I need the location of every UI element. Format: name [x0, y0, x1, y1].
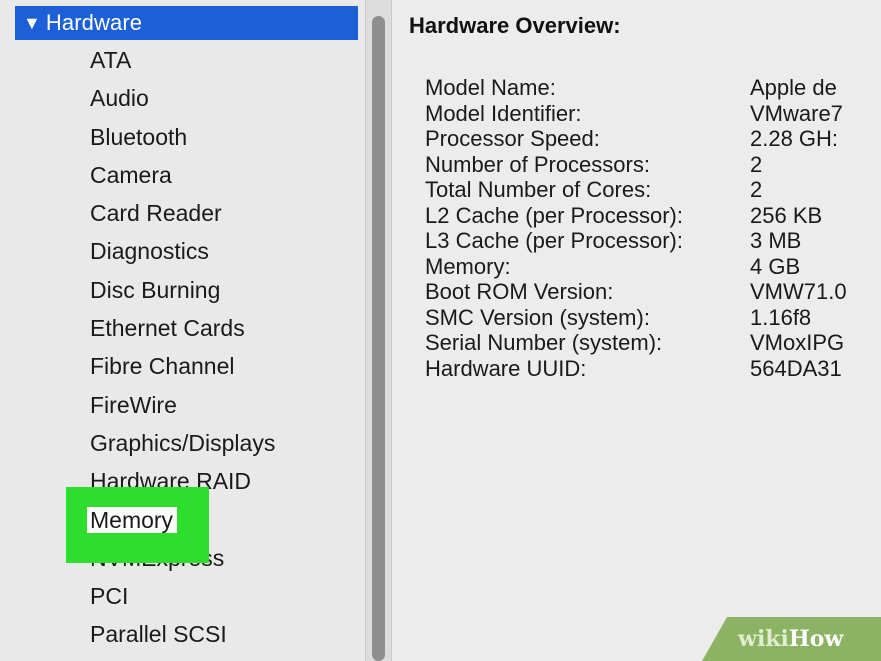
row-value: VMW71.0	[750, 279, 847, 304]
row-value: 2	[750, 151, 763, 177]
sidebar-item-label: Diagnostics	[90, 238, 209, 265]
row-key: Boot ROM Version:	[425, 279, 614, 304]
row-key: Hardware UUID:	[425, 355, 587, 381]
sidebar-item-label: Memory	[87, 506, 178, 533]
sidebar-item-firewire[interactable]: FireWire	[0, 386, 360, 424]
detail-title: Hardware Overview:	[409, 13, 621, 38]
sidebar-scrollbar[interactable]	[365, 0, 392, 661]
row-key: Model Identifier:	[425, 100, 582, 126]
row-value: 564DA31	[750, 355, 842, 381]
row-key: Processor Speed:	[425, 126, 600, 151]
row-key: SMC Version (system):	[425, 304, 650, 330]
sidebar-item-pci[interactable]: PCI	[0, 577, 360, 615]
row-key: Memory:	[425, 253, 511, 279]
sidebar-item-ethernet-cards[interactable]: Ethernet Cards	[0, 309, 360, 347]
sidebar-item-disc-burning[interactable]: Disc Burning	[0, 271, 360, 309]
row-key: Model Name:	[425, 75, 556, 100]
watermark-how: How	[788, 626, 844, 652]
sidebar-item-label: ATA	[90, 47, 132, 73]
row-value: VMware7	[750, 100, 843, 126]
watermark-wiki: wiki	[738, 626, 789, 652]
detail-pane: Hardware Overview: Model Name: Apple de M…	[392, 0, 881, 661]
sidebar-item-ata[interactable]: ATA	[0, 41, 360, 79]
sidebar-item-diagnostics[interactable]: Diagnostics	[0, 232, 360, 270]
row-value: Apple de	[750, 75, 837, 100]
row-value: 4 GB	[750, 253, 801, 279]
sidebar-item-label: Fibre Channel	[90, 353, 235, 380]
sidebar-item-label: FireWire	[90, 391, 177, 418]
sidebar-list: ATA Audio Bluetooth Camera Card Reader D…	[0, 41, 360, 654]
row-value: 256 KB	[750, 202, 823, 228]
sidebar-item-label: Parallel SCSI	[90, 621, 227, 648]
sidebar-item-label: PCI	[90, 583, 129, 610]
sidebar-item-label: Ethernet Cards	[90, 315, 245, 342]
disclosure-triangle-icon[interactable]: ▼	[23, 13, 41, 34]
row-value: 2	[750, 177, 763, 202]
sidebar-item-label: Audio	[90, 85, 149, 112]
sidebar-item-audio[interactable]: Audio	[0, 79, 360, 117]
row-key: Number of Processors:	[425, 151, 650, 177]
wikihow-watermark: wiki How	[702, 617, 881, 661]
sidebar-header-label: Hardware	[45, 10, 143, 35]
row-value: 2.28 GH:	[750, 126, 839, 151]
row-key: Total Number of Cores:	[425, 177, 652, 202]
sidebar-item-label: Graphics/Displays	[90, 429, 276, 456]
sidebar-item-label: Card Reader	[90, 200, 222, 227]
sidebar-item-label: Camera	[90, 161, 172, 188]
sidebar-item-card-reader[interactable]: Card Reader	[0, 194, 360, 232]
row-value: VMoxIPG	[750, 330, 845, 355]
scrollbar-thumb[interactable]	[372, 16, 385, 661]
sidebar-item-memory[interactable]: Memory	[0, 486, 360, 563]
row-key: Serial Number (system):	[425, 330, 663, 355]
row-key: L2 Cache (per Processor):	[425, 202, 683, 228]
sidebar: ▼ Hardware ATA Audio Bluetooth Camera Ca…	[0, 0, 365, 661]
row-value: 1.16f8	[750, 304, 812, 330]
sidebar-item-label: Bluetooth	[90, 123, 188, 150]
row-key: L3 Cache (per Processor):	[425, 228, 683, 253]
sidebar-item-camera[interactable]: Camera	[0, 156, 360, 194]
sidebar-item-graphics-displays[interactable]: Graphics/Displays	[0, 424, 360, 462]
sidebar-header-hardware[interactable]: ▼ Hardware	[15, 6, 358, 40]
row-value: 3 MB	[750, 228, 802, 253]
sidebar-item-label: Disc Burning	[90, 276, 221, 303]
sidebar-item-bluetooth[interactable]: Bluetooth	[0, 118, 360, 156]
sidebar-item-fibre-channel[interactable]: Fibre Channel	[0, 347, 360, 385]
sidebar-item-parallel-scsi[interactable]: Parallel SCSI	[0, 615, 360, 653]
